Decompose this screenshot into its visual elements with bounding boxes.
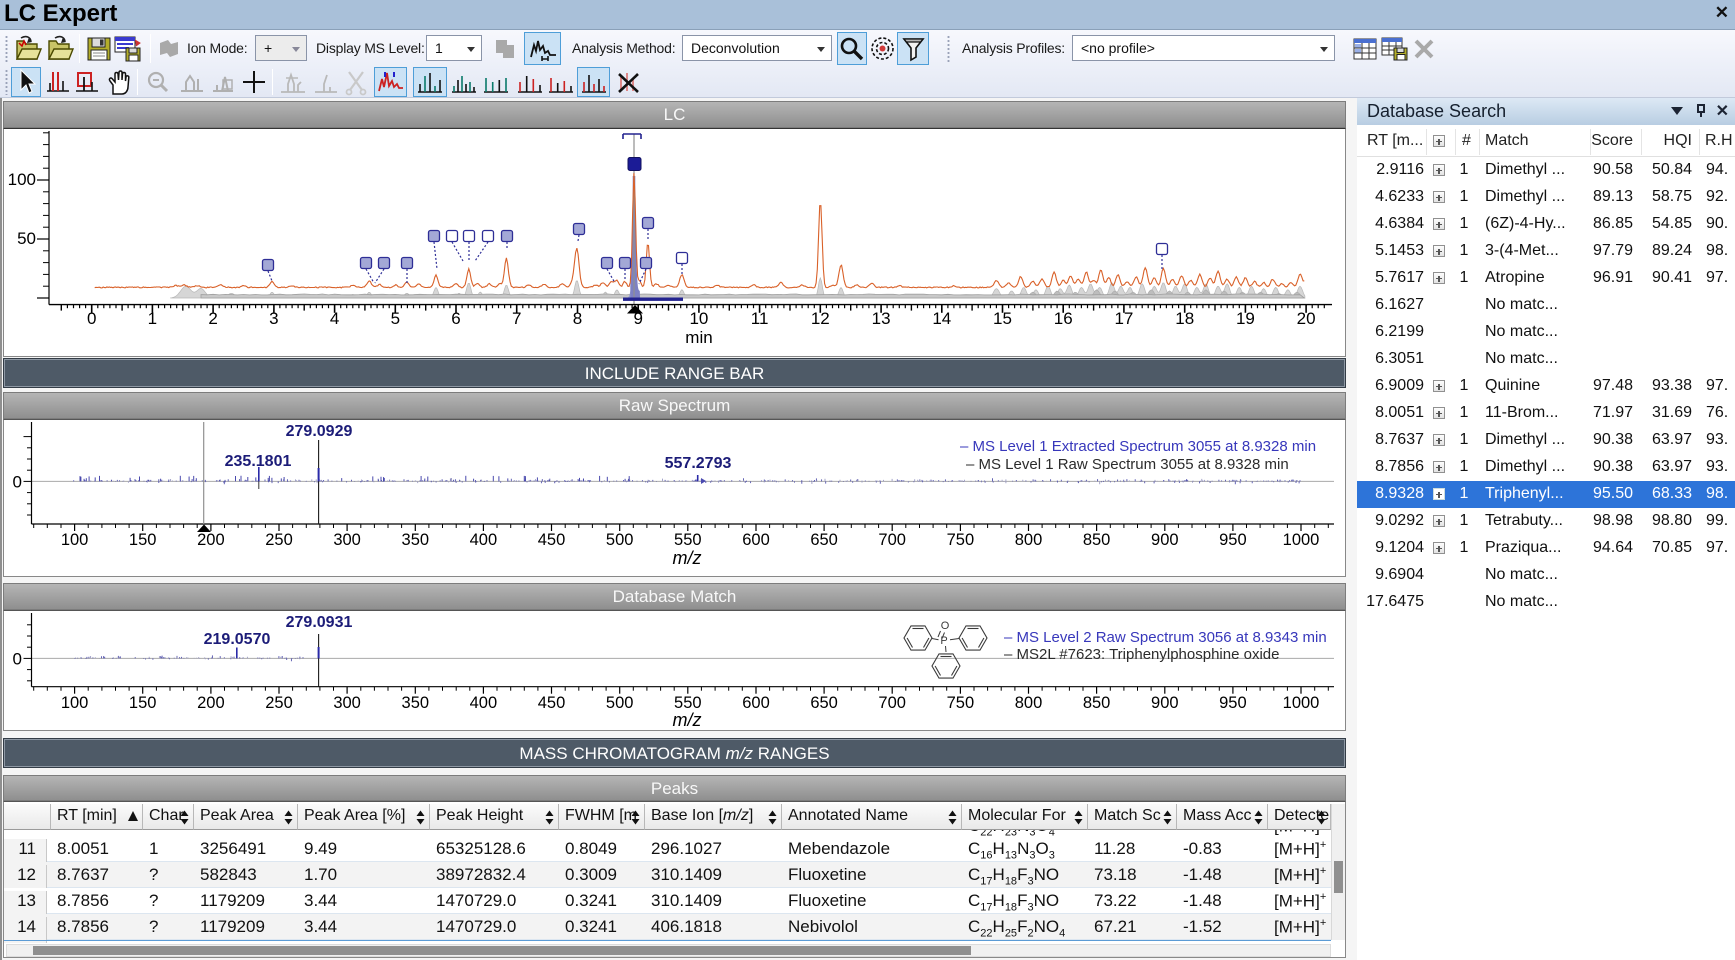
- svg-text:17: 17: [1114, 309, 1133, 328]
- svg-text:m/z: m/z: [673, 548, 702, 568]
- svg-text:3: 3: [269, 309, 278, 328]
- svg-text:– MS Level 1 Raw Spectrum 3055: – MS Level 1 Raw Spectrum 3055 at 8.9328…: [966, 456, 1289, 473]
- svg-text:m/z: m/z: [673, 710, 702, 730]
- svg-text:650: 650: [810, 531, 838, 549]
- svg-text:14: 14: [932, 309, 951, 328]
- svg-text:600: 600: [742, 531, 770, 549]
- svg-text:850: 850: [1083, 531, 1111, 549]
- svg-text:800: 800: [1015, 531, 1043, 549]
- svg-text:279.0931: 279.0931: [286, 614, 353, 631]
- svg-text:16: 16: [1054, 309, 1073, 328]
- svg-text:6: 6: [451, 309, 460, 328]
- svg-text:11: 11: [751, 309, 769, 328]
- svg-text:100: 100: [8, 170, 36, 189]
- svg-text:150: 150: [129, 531, 157, 549]
- svg-text:900: 900: [1151, 694, 1179, 712]
- svg-text:P: P: [940, 635, 947, 647]
- svg-text:235.1801: 235.1801: [225, 453, 292, 470]
- svg-text:19: 19: [1236, 309, 1255, 328]
- svg-text:0: 0: [13, 472, 22, 491]
- svg-text:– MS Level 1 Extracted Spectru: – MS Level 1 Extracted Spectrum 3055 at …: [960, 438, 1316, 455]
- svg-text:50: 50: [17, 229, 36, 248]
- svg-text:18: 18: [1175, 309, 1194, 328]
- svg-text:7: 7: [512, 309, 521, 328]
- svg-text:8: 8: [573, 309, 582, 328]
- svg-text:1000: 1000: [1283, 694, 1320, 712]
- svg-text:350: 350: [402, 694, 430, 712]
- svg-text:900: 900: [1151, 531, 1179, 549]
- svg-text:850: 850: [1083, 694, 1111, 712]
- svg-text:min: min: [685, 328, 712, 347]
- svg-text:300: 300: [333, 694, 361, 712]
- svg-text:600: 600: [742, 694, 770, 712]
- svg-text:200: 200: [197, 531, 225, 549]
- svg-text:500: 500: [606, 531, 634, 549]
- svg-text:550: 550: [674, 531, 702, 549]
- svg-text:400: 400: [470, 694, 498, 712]
- svg-text:800: 800: [1015, 694, 1043, 712]
- svg-text:– MS Level 2 Raw Spectrum 3056: – MS Level 2 Raw Spectrum 3056 at 8.9343…: [1004, 629, 1327, 646]
- svg-text:450: 450: [538, 694, 566, 712]
- svg-text:700: 700: [878, 694, 906, 712]
- svg-text:557.2793: 557.2793: [665, 455, 732, 472]
- svg-text:350: 350: [402, 531, 430, 549]
- svg-text:300: 300: [333, 531, 361, 549]
- svg-text:700: 700: [878, 531, 906, 549]
- svg-text:750: 750: [947, 531, 975, 549]
- svg-text:450: 450: [538, 531, 566, 549]
- svg-text:100: 100: [61, 694, 89, 712]
- svg-text:4: 4: [330, 309, 339, 328]
- svg-text:5: 5: [391, 309, 400, 328]
- svg-text:O: O: [941, 620, 950, 632]
- svg-text:0: 0: [13, 649, 22, 668]
- svg-text:500: 500: [606, 694, 634, 712]
- svg-text:15: 15: [993, 309, 1012, 328]
- svg-text:1000: 1000: [1283, 531, 1320, 549]
- svg-text:250: 250: [265, 694, 293, 712]
- svg-text:1: 1: [148, 309, 157, 328]
- svg-text:12: 12: [811, 309, 830, 328]
- svg-text:250: 250: [265, 531, 293, 549]
- svg-text:200: 200: [197, 694, 225, 712]
- svg-text:650: 650: [810, 694, 838, 712]
- svg-text:2: 2: [208, 309, 217, 328]
- svg-text:219.0570: 219.0570: [204, 631, 271, 648]
- svg-text:10: 10: [689, 309, 708, 328]
- svg-text:950: 950: [1219, 694, 1247, 712]
- svg-text:20: 20: [1297, 309, 1316, 328]
- svg-text:13: 13: [872, 309, 891, 328]
- svg-text:750: 750: [947, 694, 975, 712]
- svg-text:279.0929: 279.0929: [286, 423, 353, 440]
- svg-text:950: 950: [1219, 531, 1247, 549]
- svg-text:100: 100: [61, 531, 89, 549]
- svg-text:400: 400: [470, 531, 498, 549]
- svg-text:150: 150: [129, 694, 157, 712]
- svg-text:0: 0: [87, 309, 96, 328]
- svg-text:– MS2L #7623: Triphenylphosphi: – MS2L #7623: Triphenylphosphine oxide: [1004, 646, 1279, 663]
